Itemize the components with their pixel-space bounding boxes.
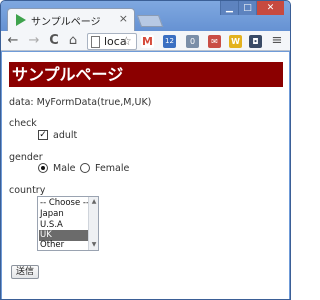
tab-strip: サンプルページ × ▁ □ ✕ — [1, 1, 290, 32]
window-controls: ▁ □ ✕ — [220, 1, 284, 15]
w-icon[interactable]: W — [229, 35, 242, 48]
page-icon — [91, 36, 100, 48]
gmail-icon[interactable]: M — [141, 35, 154, 48]
browser-toolbar: ← → C ⌂ loca ☆ M 12 0 ✉ W ◘ ≡ — [1, 31, 290, 51]
data-line: data: MyFormData(true,M,UK) — [9, 97, 152, 108]
country-option[interactable]: Japan — [39, 209, 88, 220]
country-option[interactable]: Other — [39, 240, 88, 251]
scroll-down-icon[interactable]: ▼ — [90, 241, 98, 249]
country-select[interactable]: -- Choose -- Japan U.S.A UK Other ▲ ▼ — [37, 196, 99, 251]
country-label: country — [9, 185, 46, 196]
restore-button[interactable]: □ — [238, 1, 256, 15]
gender-female-label: Female — [95, 163, 130, 174]
country-option[interactable]: -- Choose -- — [39, 198, 89, 209]
browser-tab[interactable]: サンプルページ × — [7, 8, 135, 32]
camera-icon[interactable]: ◘ — [249, 35, 262, 48]
gender-label: gender — [9, 152, 43, 163]
minimize-button[interactable]: ▁ — [220, 1, 238, 15]
gender-male-radio[interactable] — [38, 163, 48, 173]
back-icon[interactable]: ← — [6, 33, 20, 49]
gender-male-label: Male — [53, 163, 76, 174]
adult-label: adult — [53, 130, 78, 141]
tab-close-icon[interactable]: × — [119, 12, 128, 25]
gender-female-radio[interactable] — [80, 163, 90, 173]
listbox-scrollbar[interactable]: ▲ ▼ — [88, 197, 98, 250]
mail-icon[interactable]: ✉ — [208, 35, 221, 48]
page-content: サンプルページ data: MyFormData(true,M,UK) chec… — [2, 52, 289, 299]
counter-icon[interactable]: 0 — [186, 35, 199, 48]
new-tab-button[interactable] — [136, 15, 164, 27]
adult-checkbox[interactable]: ✓ — [38, 130, 48, 140]
tab-title: サンプルページ — [31, 17, 101, 28]
scroll-up-icon[interactable]: ▲ — [90, 198, 98, 206]
forward-icon[interactable]: → — [27, 33, 41, 49]
browser-window: サンプルページ × ▁ □ ✕ ← → C ⌂ loca ☆ M 12 0 ✉ … — [0, 0, 291, 300]
bookmark-star-icon[interactable]: ☆ — [121, 34, 132, 48]
page-title: サンプルページ — [9, 62, 283, 87]
home-icon[interactable]: ⌂ — [66, 33, 80, 49]
menu-icon[interactable]: ≡ — [270, 33, 284, 49]
check-label: check — [9, 118, 37, 129]
reload-icon[interactable]: C — [47, 33, 61, 49]
calendar-icon[interactable]: 12 — [163, 35, 176, 48]
close-window-button[interactable]: ✕ — [256, 1, 284, 15]
submit-button[interactable]: 送信 — [11, 265, 39, 279]
play-favicon-icon — [16, 14, 26, 26]
